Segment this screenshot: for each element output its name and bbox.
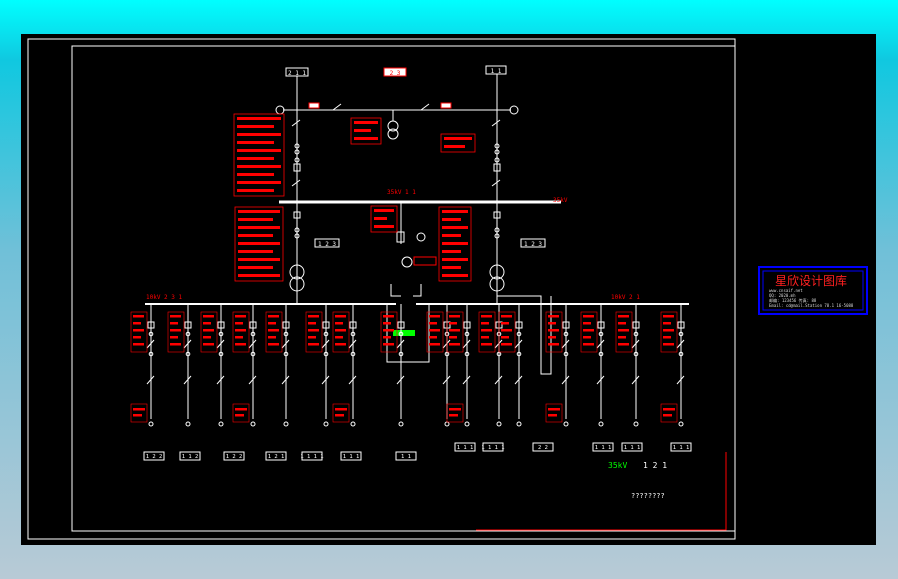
feeder-group (130, 304, 685, 427)
feeder-bay (580, 304, 605, 427)
feeder-bay (660, 304, 685, 427)
feeder-bay (545, 304, 570, 427)
outlet-tags-right: 1 1 1 1 1 1 1 2 2 1 1 1 1 1 1 1 1 1 (454, 442, 692, 452)
feeder-bay (615, 304, 640, 427)
station-service-tag (413, 256, 437, 266)
pt-transformer (416, 232, 426, 242)
cad-viewport: 2 1 1 2 3 1 1 35kV 1 1 35kV 1 2 3 1 2 3 … (0, 0, 898, 579)
tag-plate-left: 1 2 3 (314, 238, 340, 248)
equipment-label-block-upper-left (233, 113, 285, 197)
pt-label (370, 205, 398, 233)
top-tag-center: 2 3 (383, 67, 407, 77)
top-tag-left: 2 1 1 (285, 67, 309, 77)
watermark-line-4: Email: cd@mail.Station 78.1 16-5088 (769, 303, 854, 308)
incoming-switchgear-left (291, 119, 301, 239)
outlet-tags-left: 1 2 2 1 1 2 1 2 2 1 2 1 1 1 1 1 1 1 1 1 1 (143, 451, 417, 461)
feeder-bay (426, 304, 451, 427)
outlet-tag-label: 2 2 (538, 445, 548, 451)
outlet-tag-label: 1 1 1 1 (300, 454, 323, 460)
title-block-voltage: 35kV (608, 461, 627, 470)
bus-10kv-left-label: 10kV 2 3 1 (146, 294, 183, 301)
bus-coupler-highlight (393, 330, 415, 336)
title-block-number: 1 2 1 (643, 461, 667, 470)
outlet-tag-label: 1 1 1 1 (481, 445, 504, 451)
feeder-bay (332, 304, 357, 427)
feeder-bay (200, 304, 225, 427)
busbar-35kv-right-label: 35kV (553, 197, 568, 204)
outlet-tag-label: 1 1 (401, 454, 411, 460)
tag-plate-right: 1 2 3 (520, 238, 546, 248)
outlet-tag-label: 1 2 2 (146, 454, 163, 460)
watermark-logo: 星欣设计图库 www.cnsaif.net QQ: 2020.mh 邮编: 12… (758, 266, 868, 315)
single-line-diagram: 2 1 1 2 3 1 1 35kV 1 1 35kV 1 2 3 1 2 3 … (27, 38, 868, 540)
station-service-transformer (401, 256, 413, 268)
feeder-bay (478, 304, 503, 427)
incoming-switchgear-right (491, 119, 501, 239)
outlet-tag-label: 1 1 1 (343, 454, 360, 460)
svg-text:2 1 1: 2 1 1 (288, 70, 306, 77)
feeder-bay (498, 304, 523, 427)
title-block-outline (476, 452, 727, 531)
outlet-tag-label: 1 1 1 (595, 445, 612, 451)
svg-text:1 1: 1 1 (491, 68, 502, 75)
svg-text:2 3: 2 3 (390, 70, 401, 77)
feeder-bay (232, 304, 257, 427)
outlet-tag-label: 1 1 1 (457, 445, 474, 451)
line-terminal-left (275, 105, 285, 115)
busbar-35kv-left-label: 35kV 1 1 (387, 189, 416, 196)
feeder-bay (130, 304, 155, 427)
transformer-label-left (234, 206, 284, 282)
outlet-tag-label: 1 1 1 (673, 445, 690, 451)
outlet-tag-label: 1 2 2 (226, 454, 243, 460)
svg-text:1 2 3: 1 2 3 (318, 241, 336, 248)
line-terminal-right (509, 105, 519, 115)
outlet-tag-label: 1 1 2 (182, 454, 199, 460)
top-tag-right: 1 1 (485, 65, 507, 75)
outlet-tag-label: 1 1 1 (624, 445, 641, 451)
equipment-label-block-upper-right (440, 133, 476, 153)
transformer-label-right (438, 206, 472, 282)
feeder-bay (380, 304, 405, 427)
bus-10kv-right-label: 10kV 2 1 (611, 294, 640, 301)
title-block-name: ???????? (631, 492, 665, 500)
arrester-right (440, 102, 452, 109)
bus-section-loop (497, 295, 552, 375)
feeder-bay (265, 304, 290, 427)
outlet-tag-label: 1 2 1 (268, 454, 285, 460)
watermark-title: 星欣设计图库 (775, 273, 847, 288)
arrester-left (308, 102, 320, 109)
feeder-bay (167, 304, 192, 427)
outer-frame (27, 38, 736, 540)
feeder-bay (305, 304, 330, 427)
drawing-canvas[interactable]: 2 1 1 2 3 1 1 35kV 1 1 35kV 1 2 3 1 2 3 … (21, 34, 876, 545)
equipment-label-block-upper-mid (350, 117, 382, 145)
feeder-bay (446, 304, 471, 427)
svg-text:1 2 3: 1 2 3 (524, 241, 542, 248)
